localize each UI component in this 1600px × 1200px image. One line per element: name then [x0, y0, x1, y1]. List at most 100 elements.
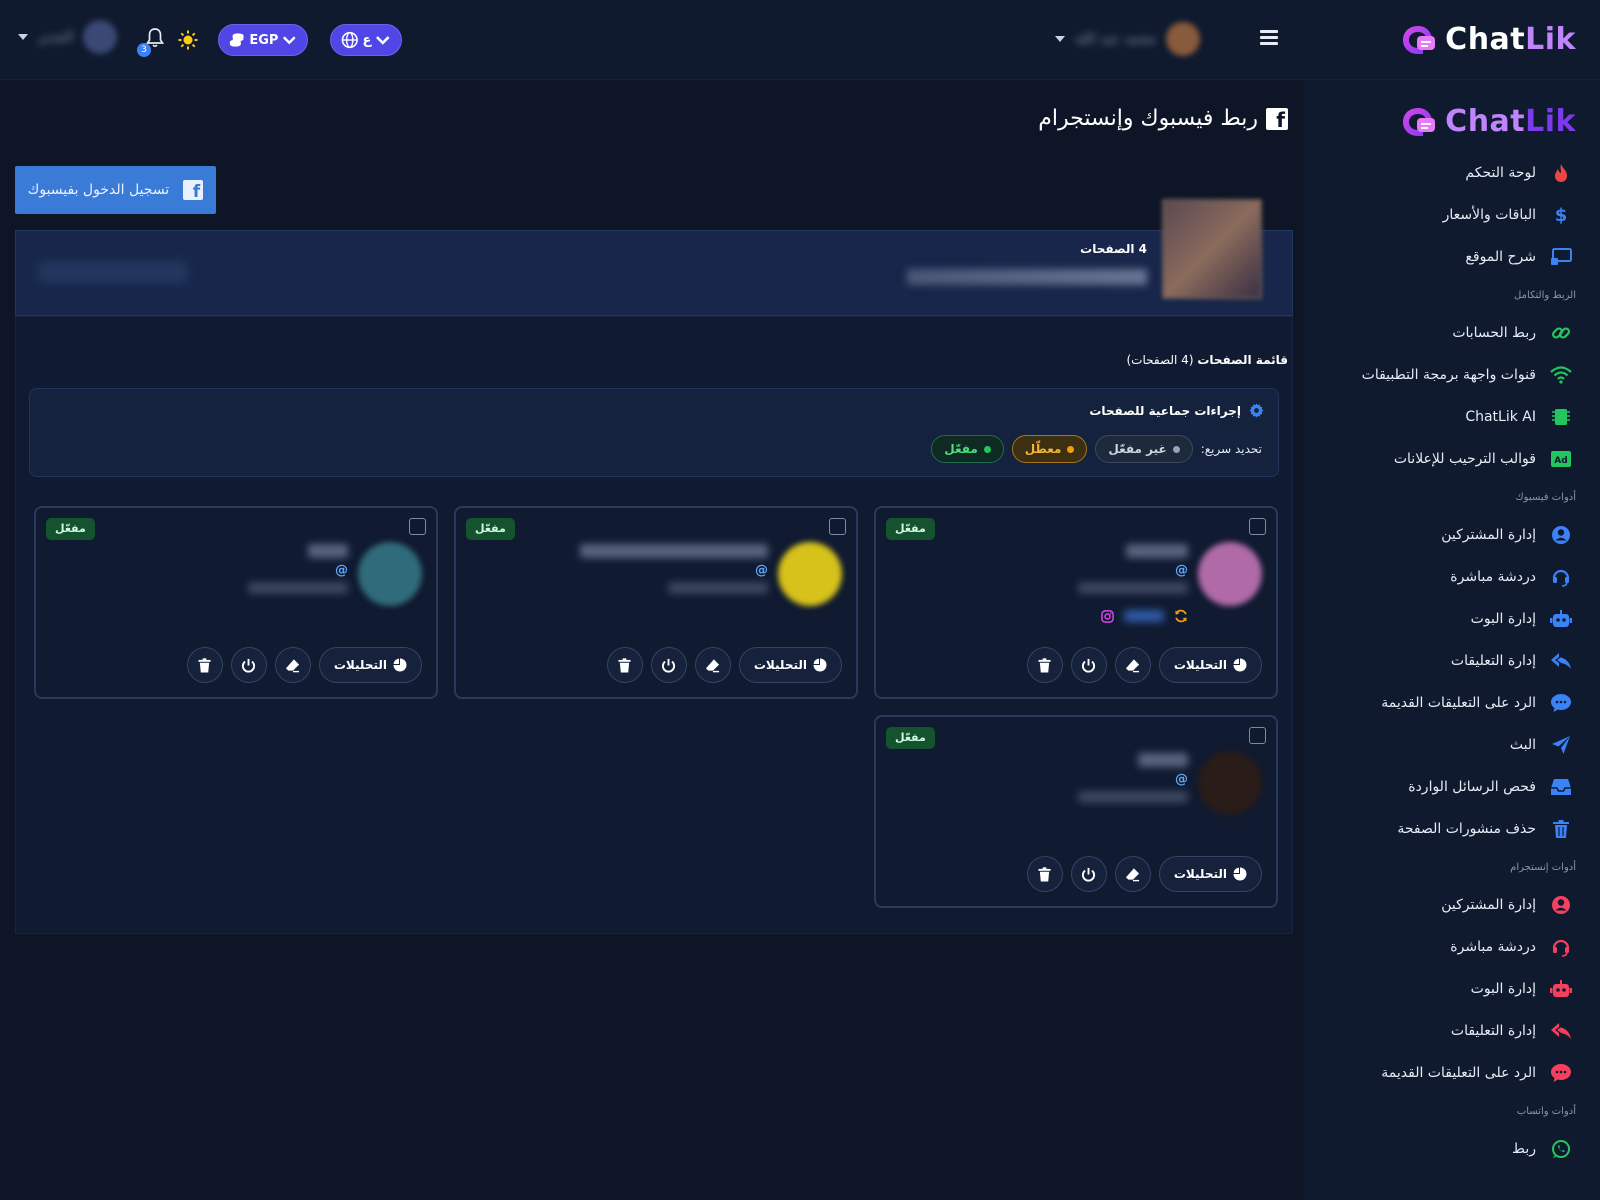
page-id-blurred	[1078, 791, 1188, 803]
delete-button[interactable]	[186, 647, 223, 683]
user-menu-left[interactable]: المدير	[18, 20, 118, 54]
user-name: المدير	[38, 29, 74, 45]
analytics-button[interactable]: التحليلات	[738, 647, 842, 683]
page-select-checkbox[interactable]	[1249, 518, 1266, 535]
sidebar-item-label: ربط الحسابات	[1452, 325, 1536, 341]
user-icon	[1550, 894, 1572, 916]
sidebar-item[interactable]: حذف منشورات الصفحة	[1304, 808, 1600, 850]
sidebar-item[interactable]: البث	[1304, 724, 1600, 766]
sidebar-section-label: أدوات فيسبوك	[1515, 491, 1576, 503]
clear-button[interactable]	[274, 647, 311, 683]
coins-icon	[229, 33, 244, 47]
clear-button[interactable]	[1114, 856, 1151, 892]
robot-icon	[1550, 608, 1572, 630]
sidebar-item[interactable]: إدارة البوت	[1304, 968, 1600, 1010]
quick-select-label: تحديد سريع:	[1200, 442, 1262, 456]
gear-icon	[1249, 403, 1264, 418]
user-name: محمد عبد الله	[1075, 31, 1157, 47]
pie-chart-icon	[813, 658, 827, 672]
status-badge: مفعّل	[886, 727, 935, 749]
delete-button[interactable]	[1026, 856, 1063, 892]
brand-logo[interactable]: ChatLik	[1401, 22, 1576, 57]
trash-icon	[1550, 818, 1572, 840]
dollar-icon: $	[1550, 204, 1572, 226]
sidebar-item[interactable]: إدارة البوت	[1304, 598, 1600, 640]
delete-button[interactable]	[1026, 647, 1063, 683]
page-name-blurred	[907, 269, 1147, 285]
select-disabled-chip[interactable]: معطّل	[1011, 435, 1088, 463]
user-icon	[1550, 524, 1572, 546]
page-select-checkbox[interactable]	[829, 518, 846, 535]
sun-icon[interactable]	[178, 30, 198, 54]
sidebar-section-label: الربط والتكامل	[1514, 289, 1576, 301]
analytics-button[interactable]: التحليلات	[318, 647, 422, 683]
power-icon	[662, 658, 676, 672]
sidebar-item[interactable]: لوحة التحكم	[1304, 152, 1600, 194]
chevron-down-icon	[376, 36, 390, 45]
page-card: مفعّل @ التحليلات	[874, 715, 1278, 908]
sidebar-item[interactable]: دردشة مباشرة	[1304, 556, 1600, 598]
sidebar-item[interactable]: إدارة التعليقات	[1304, 640, 1600, 682]
clear-button[interactable]	[694, 647, 731, 683]
chip-icon	[1550, 406, 1572, 428]
chatlik-logo-icon	[1403, 107, 1436, 136]
robot-icon	[1550, 978, 1572, 1000]
power-button[interactable]	[230, 647, 267, 683]
page-avatar	[778, 542, 842, 606]
page-card: مفعّل @ التحليلات	[874, 506, 1278, 699]
clear-button[interactable]	[1114, 647, 1151, 683]
ad-icon: Ad	[1550, 448, 1572, 470]
card-actions: التحليلات	[606, 647, 842, 683]
send-icon	[1550, 734, 1572, 756]
sidebar-item[interactable]: ربط الحسابات	[1304, 312, 1600, 354]
sidebar-item-label: إدارة البوت	[1470, 981, 1536, 997]
select-active-chip[interactable]: مفعّل	[931, 435, 1004, 463]
sidebar-item[interactable]: قنوات واجهة برمجة التطبيقات	[1304, 354, 1600, 396]
user-menu-right[interactable]: محمد عبد الله	[1055, 22, 1201, 56]
power-icon	[1082, 867, 1096, 881]
card-actions: التحليلات	[1026, 647, 1262, 683]
facebook-login-button[interactable]: تسجيل الدخول بفيسبوك	[15, 166, 216, 214]
link-icon	[1550, 322, 1572, 344]
power-button[interactable]	[1070, 856, 1107, 892]
page-select-checkbox[interactable]	[409, 518, 426, 535]
chip-label: غير مفعّل	[1108, 442, 1167, 456]
sidebar-item[interactable]: ربط	[1304, 1128, 1600, 1170]
sync-icon[interactable]	[1174, 609, 1188, 623]
sidebar-item[interactable]: $ الباقات والأسعار	[1304, 194, 1600, 236]
sidebar-item[interactable]: إدارة التعليقات	[1304, 1010, 1600, 1052]
delete-button[interactable]	[606, 647, 643, 683]
analytics-button[interactable]: التحليلات	[1158, 647, 1262, 683]
sidebar-item[interactable]: إدارة المشتركين	[1304, 884, 1600, 926]
language-selector[interactable]: ع	[330, 24, 402, 56]
page-select-checkbox[interactable]	[1249, 727, 1266, 744]
currency-selector[interactable]: EGP	[218, 24, 308, 56]
page-avatar	[1198, 542, 1262, 606]
sidebar-item[interactable]: الرد على التعليقات القديمة	[1304, 682, 1600, 724]
analytics-button[interactable]: التحليلات	[1158, 856, 1262, 892]
menu-toggle-icon[interactable]	[1260, 30, 1278, 46]
sidebar-item[interactable]: دردشة مباشرة	[1304, 926, 1600, 968]
power-button[interactable]	[650, 647, 687, 683]
instagram-icon	[1101, 609, 1114, 623]
sidebar-brand-logo[interactable]: ChatLik	[1401, 104, 1576, 139]
status-badge: مفعّل	[46, 518, 95, 540]
sidebar-item-label: إدارة المشتركين	[1441, 527, 1536, 543]
select-inactive-chip[interactable]: غير مفعّل	[1095, 435, 1193, 463]
pages-list-title-count: (4 الصفحات)	[1126, 353, 1194, 367]
sidebar-item-label: دردشة مباشرة	[1450, 569, 1536, 585]
sidebar-item[interactable]: Ad قوالب الترحيب للإعلانات	[1304, 438, 1600, 480]
sidebar-item[interactable]: ChatLik AI	[1304, 396, 1600, 438]
sidebar-item[interactable]: إدارة المشتركين	[1304, 514, 1600, 556]
eraser-icon	[286, 658, 300, 672]
sidebar-item[interactable]: الرد على التعليقات القديمة	[1304, 1052, 1600, 1094]
fire-icon	[1550, 162, 1572, 184]
reply-icon	[1550, 650, 1572, 672]
sidebar-item[interactable]: فحص الرسائل الواردة	[1304, 766, 1600, 808]
power-button[interactable]	[1070, 647, 1107, 683]
page-id-blurred	[668, 582, 768, 594]
page-card: مفعّل @ التحليلات	[34, 506, 438, 699]
sidebar-item-label: قوالب الترحيب للإعلانات	[1393, 451, 1536, 467]
page-name-blurred	[580, 544, 768, 558]
sidebar-item[interactable]: شرح الموقع	[1304, 236, 1600, 278]
